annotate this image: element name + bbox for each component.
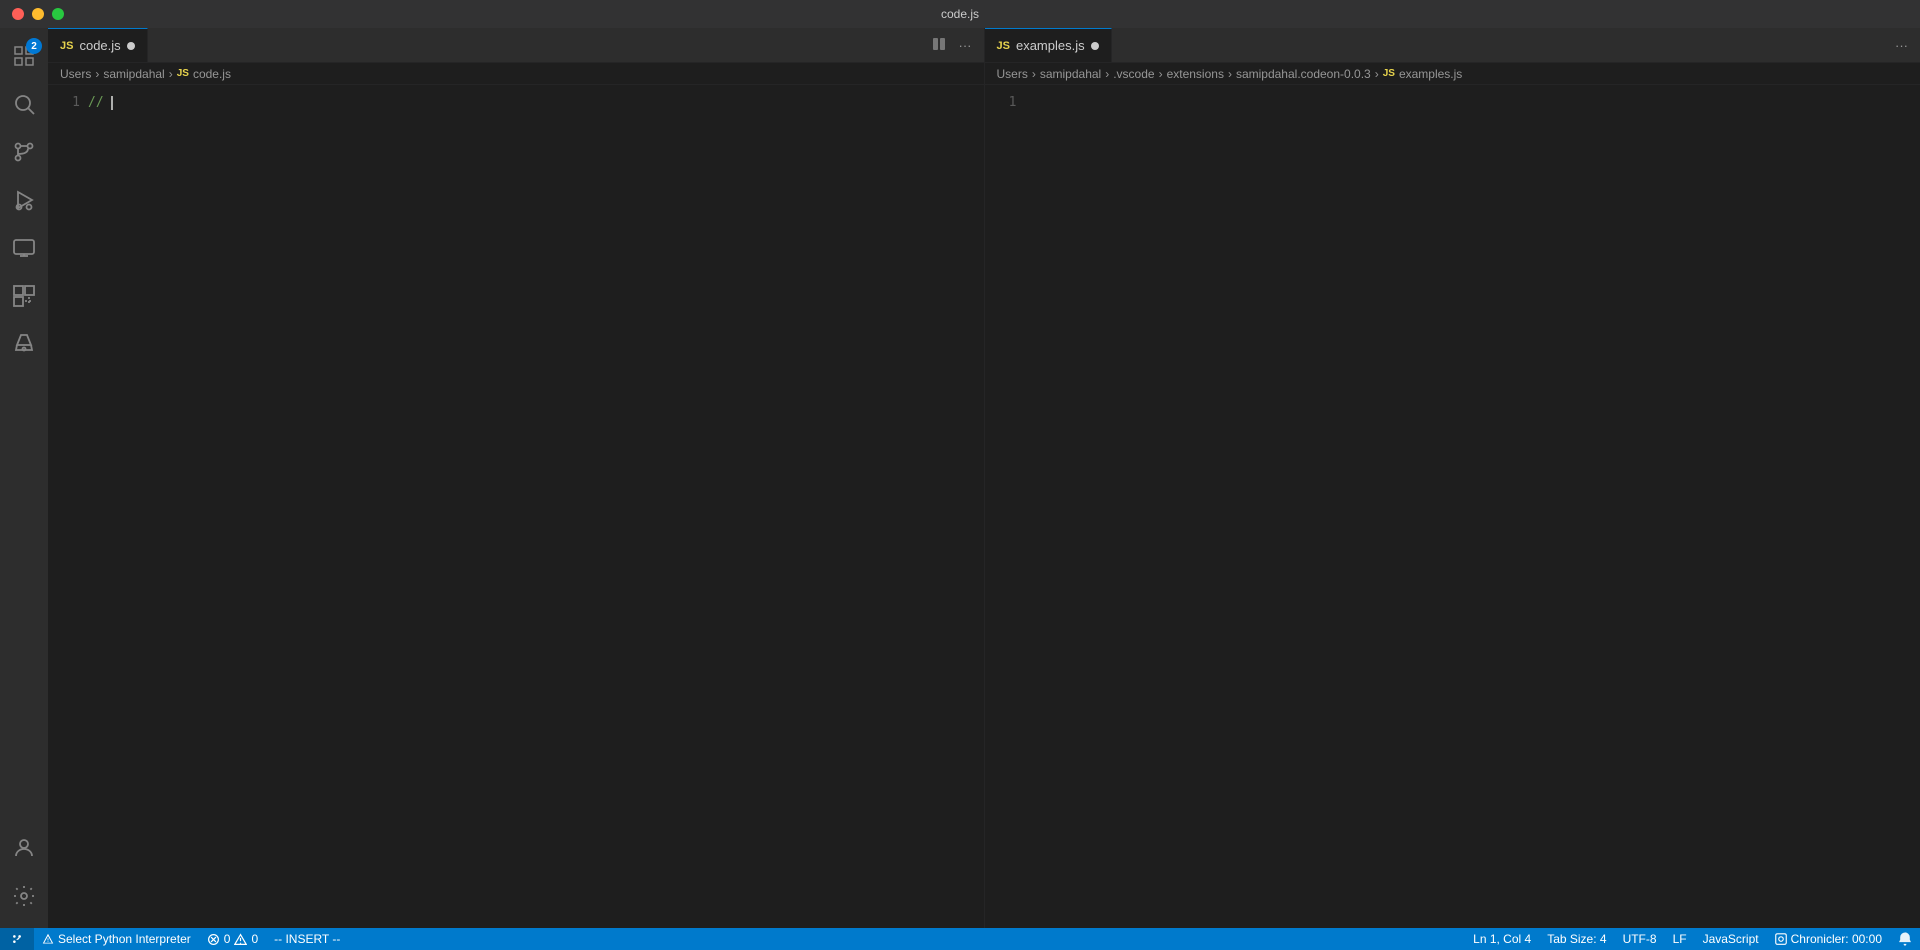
right-breadcrumb: Users › samipdahal › .vscode › extension… — [985, 63, 1920, 85]
left-editor-pane: JS code.js ··· — [48, 28, 984, 928]
status-bar: Select Python Interpreter 0 0 -- INSERT … — [0, 928, 1920, 950]
status-insert-mode[interactable]: -- INSERT -- — [266, 928, 348, 950]
status-python-interpreter[interactable]: Select Python Interpreter — [34, 928, 199, 950]
right-tab-actions: ··· — [1883, 28, 1920, 62]
right-editor-pane: JS examples.js ··· Users › samipdahal › — [985, 28, 1920, 928]
code-content-right[interactable] — [1025, 85, 1920, 928]
error-icon — [207, 933, 220, 946]
line-number-1: 1 — [48, 93, 80, 112]
extension-label: Chronicler: 00:00 — [1791, 932, 1882, 946]
sidebar-item-settings[interactable] — [0, 872, 48, 920]
insert-mode-label: -- INSERT -- — [274, 932, 340, 946]
traffic-lights — [12, 8, 64, 20]
maximize-button[interactable] — [52, 8, 64, 20]
editor-area: JS code.js ··· — [48, 28, 1920, 928]
tab-dirty-indicator — [127, 42, 135, 50]
left-tab-actions: ··· — [919, 28, 984, 62]
chronicler-icon — [1775, 933, 1787, 945]
sidebar-item-account[interactable] — [0, 824, 48, 872]
bc-codeon[interactable]: samipdahal.codeon-0.0.3 — [1236, 67, 1371, 81]
right-tab-bar: JS examples.js ··· — [985, 28, 1920, 63]
status-bar-left: Select Python Interpreter 0 0 -- INSERT … — [0, 928, 348, 950]
tabs-container: JS code.js ··· — [48, 28, 1920, 928]
status-bar-right: Ln 1, Col 4 Tab Size: 4 UTF-8 LF JavaScr… — [1465, 928, 1920, 950]
warning-icon — [42, 933, 54, 945]
left-code-editor[interactable]: 1 // — [48, 85, 984, 928]
close-button[interactable] — [12, 8, 24, 20]
status-encoding[interactable]: UTF-8 — [1615, 928, 1665, 950]
breadcrumb-sep-1: › — [95, 67, 99, 81]
breadcrumb-js-icon: JS — [177, 68, 189, 79]
minimize-button[interactable] — [32, 8, 44, 20]
status-line-ending[interactable]: LF — [1665, 928, 1695, 950]
code-comment: // — [88, 95, 111, 110]
position-label: Ln 1, Col 4 — [1473, 932, 1531, 946]
code-content-left[interactable]: // — [88, 85, 984, 928]
title-bar: code.js — [0, 0, 1920, 28]
status-notifications[interactable] — [1890, 928, 1920, 950]
breadcrumb-sep-2: › — [169, 67, 173, 81]
tab-filename-right: examples.js — [1016, 38, 1085, 53]
sidebar-item-remote-explorer[interactable] — [0, 224, 48, 272]
warning-count: 0 — [251, 932, 258, 946]
bc-samipdahal-right[interactable]: samipdahal — [1040, 67, 1101, 81]
activity-bar: 2 — [0, 28, 48, 928]
line-number-1-right: 1 — [985, 93, 1017, 112]
bc-users-right[interactable]: Users — [997, 67, 1028, 81]
tab-js-icon: JS — [60, 40, 73, 52]
split-editor-button[interactable] — [927, 34, 951, 57]
more-actions-button-right[interactable]: ··· — [1891, 36, 1912, 55]
explorer-badge: 2 — [26, 38, 42, 54]
line-ending-label: LF — [1673, 932, 1687, 946]
tab-size-label: Tab Size: 4 — [1547, 932, 1606, 946]
right-code-editor[interactable]: 1 — [985, 85, 1920, 928]
window-title: code.js — [941, 7, 979, 21]
activity-bar-bottom — [0, 824, 48, 928]
tab-filename: code.js — [79, 38, 120, 53]
warning-count-icon — [234, 933, 247, 946]
left-breadcrumb: Users › samipdahal › JS code.js — [48, 63, 984, 85]
breadcrumb-users[interactable]: Users — [60, 67, 91, 81]
bc-examples-js[interactable]: examples.js — [1399, 67, 1462, 81]
status-errors-warnings[interactable]: 0 0 — [199, 928, 266, 950]
tab-code-js[interactable]: JS code.js — [48, 28, 148, 62]
status-tab-size[interactable]: Tab Size: 4 — [1539, 928, 1614, 950]
status-git-branch[interactable] — [0, 928, 34, 950]
left-tab-bar: JS code.js ··· — [48, 28, 984, 63]
ellipsis-icon: ··· — [959, 38, 972, 53]
ellipsis-icon-right: ··· — [1895, 38, 1908, 53]
line-numbers-left: 1 — [48, 85, 88, 928]
tab-js-icon-right: JS — [997, 40, 1010, 52]
breadcrumb-samipdahal[interactable]: samipdahal — [103, 67, 164, 81]
sidebar-item-extensions[interactable] — [0, 272, 48, 320]
bc-extensions[interactable]: extensions — [1167, 67, 1224, 81]
more-actions-button[interactable]: ··· — [955, 36, 976, 55]
status-language[interactable]: JavaScript — [1695, 928, 1767, 950]
sidebar-item-run-debug[interactable] — [0, 176, 48, 224]
status-extension[interactable]: Chronicler: 00:00 — [1767, 928, 1890, 950]
sidebar-item-testing[interactable] — [0, 320, 48, 368]
breadcrumb-filename[interactable]: code.js — [193, 67, 231, 81]
text-cursor — [111, 96, 113, 110]
tab-dirty-indicator-right — [1091, 42, 1099, 50]
sidebar-item-source-control[interactable] — [0, 128, 48, 176]
sidebar-item-search[interactable] — [0, 80, 48, 128]
python-interpreter-label: Select Python Interpreter — [58, 932, 191, 946]
main-container: 2 — [0, 28, 1920, 928]
sidebar-item-explorer[interactable]: 2 — [0, 32, 48, 80]
bell-icon — [1898, 932, 1912, 946]
encoding-label: UTF-8 — [1623, 932, 1657, 946]
line-numbers-right: 1 — [985, 85, 1025, 928]
language-label: JavaScript — [1703, 932, 1759, 946]
git-branch-icon — [10, 932, 24, 946]
status-position[interactable]: Ln 1, Col 4 — [1465, 928, 1539, 950]
error-count: 0 — [224, 932, 231, 946]
bc-vscode[interactable]: .vscode — [1113, 67, 1154, 81]
tab-examples-js[interactable]: JS examples.js — [985, 28, 1112, 62]
bc-js-icon-right: JS — [1383, 68, 1395, 79]
